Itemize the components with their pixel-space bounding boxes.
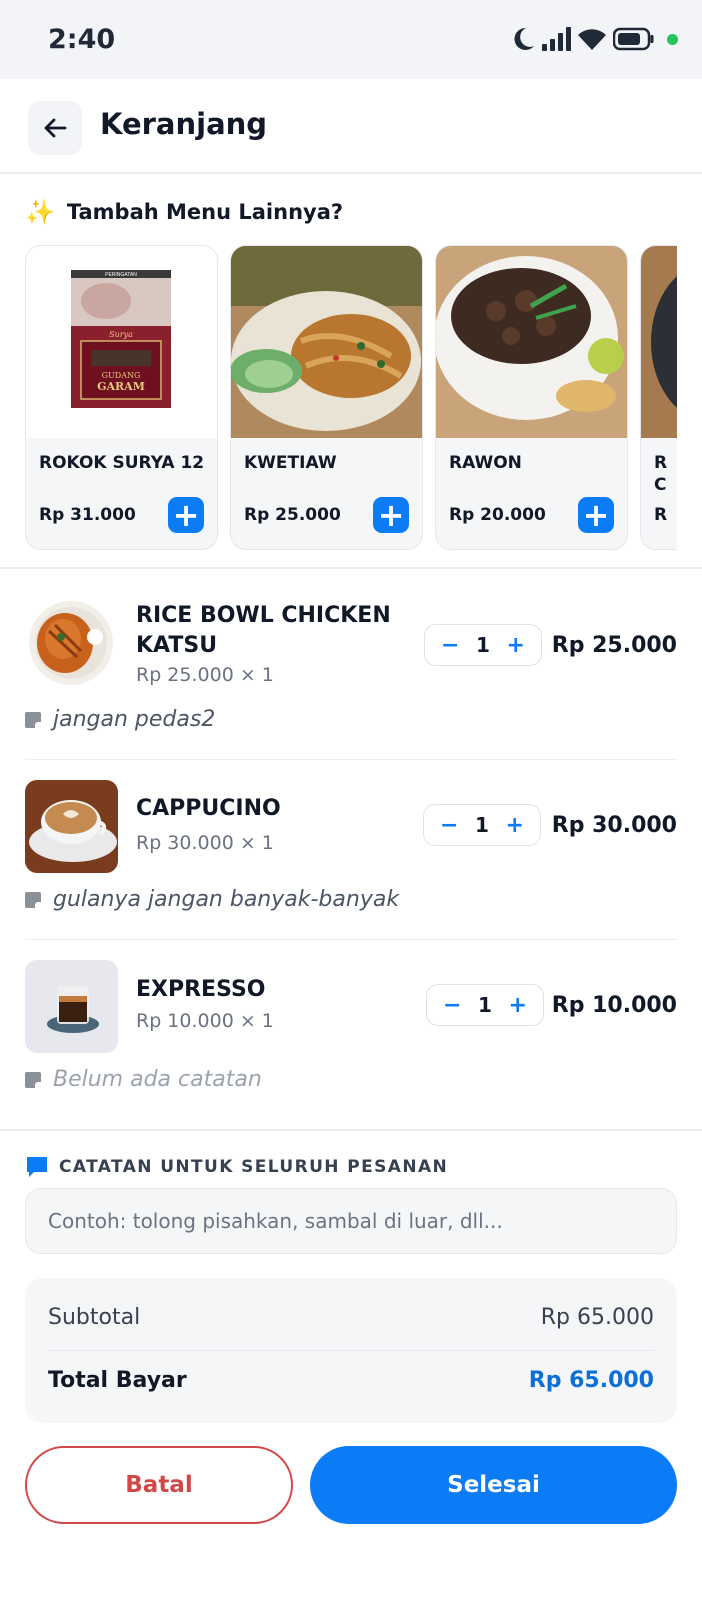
suggestion-card[interactable]: PERINGATAN Surya GUDANG GARAM ROKOK SURY… [25, 245, 218, 550]
item-note-text: gulanya jangan banyak-banyak [53, 887, 400, 912]
quantity-value: 1 [478, 993, 492, 1017]
moon-icon [514, 27, 534, 50]
add-to-cart-button[interactable]: + [578, 497, 614, 533]
suggestion-price: Rp 20.000 [449, 505, 546, 525]
item-note[interactable]: jangan pedas2 [25, 707, 215, 732]
status-icons [511, 26, 678, 52]
note-icon [25, 711, 41, 728]
order-note-title: CATATAN UNTUK SELURUH PESANAN [59, 1157, 449, 1177]
item-total: Rp 25.000 [551, 633, 677, 658]
subtotal-label: Subtotal [48, 1305, 141, 1330]
note-icon [25, 1071, 41, 1088]
item-image [25, 960, 118, 1053]
page-title: Keranjang [100, 107, 268, 141]
decrease-button[interactable]: − [443, 993, 461, 1018]
app-bar: Keranjang [0, 79, 702, 174]
item-unit-price: Rp 10.000 × 1 [136, 1010, 274, 1032]
suggestions-header: ✨ Tambah Menu Lainnya? [25, 198, 343, 226]
product-image [231, 246, 422, 438]
suggestion-card[interactable]: RAWON Rp 20.000 + [435, 245, 628, 550]
status-time: 2:40 [48, 24, 116, 55]
subtotal-row: Subtotal Rp 65.000 [48, 1305, 654, 1330]
suggestion-price: Rp 31.000 [39, 505, 136, 525]
total-label: Total Bayar [48, 1368, 187, 1393]
section-divider [0, 1129, 702, 1131]
pack-maker: GUDANG [102, 371, 141, 380]
decrease-button[interactable]: − [441, 633, 459, 658]
product-image [436, 246, 627, 438]
decrease-button[interactable]: − [440, 813, 458, 838]
item-note[interactable]: Belum ada catatan [25, 1067, 262, 1092]
suggestion-name: ROKOK SURYA 12 [39, 453, 205, 473]
quantity-value: 1 [476, 633, 490, 657]
suggestion-name: RAWON [449, 453, 522, 473]
quantity-stepper: − 1 + [423, 804, 541, 846]
increase-button[interactable]: + [506, 813, 524, 838]
quantity-stepper: − 1 + [426, 984, 544, 1026]
item-unit-price: Rp 30.000 × 1 [136, 832, 274, 854]
suggestion-price: Rp 25.000 [244, 505, 341, 525]
item-divider [25, 939, 677, 940]
subtotal-value: Rp 65.000 [540, 1305, 654, 1330]
pack-warning: PERINGATAN [105, 272, 137, 278]
section-divider [0, 567, 702, 569]
quantity-stepper: − 1 + [424, 624, 542, 666]
increase-button[interactable]: + [509, 993, 527, 1018]
back-button[interactable] [28, 101, 82, 155]
item-unit-price: Rp 25.000 × 1 [136, 664, 274, 686]
battery-icon [613, 27, 654, 51]
cancel-button[interactable]: Batal [25, 1446, 293, 1524]
note-icon [25, 891, 41, 908]
sparkle-icon: ✨ [25, 198, 55, 226]
suggestion-carousel[interactable]: PERINGATAN Surya GUDANG GARAM ROKOK SURY… [25, 245, 677, 550]
cart-item: RICE BOWL CHICKEN KATSU Rp 25.000 × 1 − … [25, 597, 677, 747]
suggestions-title: Tambah Menu Lainnya? [66, 200, 344, 224]
suggestion-card[interactable]: R C R [640, 245, 677, 550]
item-divider [25, 759, 677, 760]
item-note-text: jangan pedas2 [53, 707, 216, 732]
order-note-input[interactable] [25, 1188, 677, 1254]
order-note-header: CATATAN UNTUK SELURUH PESANAN [25, 1155, 448, 1179]
suggestion-name: KWETIAW [244, 453, 337, 473]
suggestion-price: R [654, 505, 668, 525]
total-value: Rp 65.000 [528, 1368, 654, 1393]
notification-dot [667, 33, 678, 45]
item-note-text: Belum ada catatan [53, 1067, 262, 1092]
pack-brand: Surya [109, 330, 133, 339]
product-image: PERINGATAN Surya GUDANG GARAM [26, 246, 217, 438]
total-row: Total Bayar Rp 65.000 [48, 1368, 654, 1393]
summary-divider [48, 1350, 654, 1351]
item-image [25, 780, 118, 873]
done-button[interactable]: Selesai [310, 1446, 677, 1524]
quantity-value: 1 [475, 813, 489, 837]
payment-summary: Subtotal Rp 65.000 Total Bayar Rp 65.000 [25, 1278, 677, 1423]
add-to-cart-button[interactable]: + [373, 497, 409, 533]
item-image [25, 597, 118, 690]
status-bar: 2:40 [0, 0, 702, 79]
suggestion-card[interactable]: KWETIAW Rp 25.000 + [230, 245, 423, 550]
product-image [641, 246, 677, 438]
item-name: EXPRESSO [136, 977, 266, 1002]
item-total: Rp 10.000 [551, 993, 677, 1018]
suggestion-name: R C [654, 453, 668, 495]
signal-icon [542, 27, 571, 51]
item-name: RICE BOWL CHICKEN KATSU [136, 603, 391, 658]
item-total: Rp 30.000 [551, 813, 677, 838]
item-note[interactable]: gulanya jangan banyak-banyak [25, 887, 399, 912]
cart-item: EXPRESSO Rp 10.000 × 1 − 1 + Rp 10.000 B… [25, 960, 677, 1100]
pack-maker-2: GARAM [97, 380, 145, 393]
increase-button[interactable]: + [507, 633, 525, 658]
add-to-cart-button[interactable]: + [168, 497, 204, 533]
wifi-icon [578, 29, 606, 50]
chat-icon [27, 1157, 47, 1177]
item-name: CAPPUCINO [136, 796, 281, 821]
cart-item: CAPPUCINO Rp 30.000 × 1 − 1 + Rp 30.000 … [25, 780, 677, 920]
arrow-left-icon [44, 118, 67, 138]
